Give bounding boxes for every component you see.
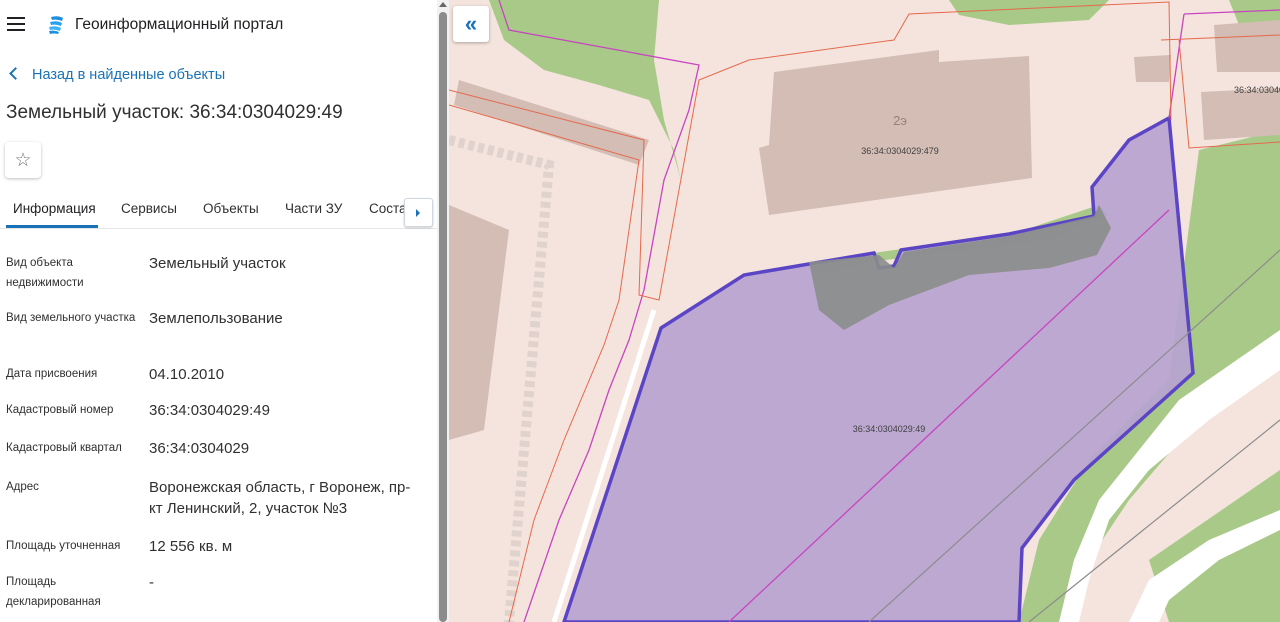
back-link[interactable]: Назад в найденные объекты <box>9 67 226 83</box>
building <box>1201 88 1280 140</box>
scroll-up-icon[interactable] <box>439 2 447 7</box>
panel-scrollbar-thumb[interactable] <box>439 12 447 622</box>
info-panel: Геоинформационный портал Назад в найденн… <box>0 0 437 622</box>
info-value: Воронежская область, г Воронеж, пр-кт Ле… <box>149 479 411 517</box>
menu-icon[interactable] <box>7 17 25 31</box>
info-label: Кадастровый квартал <box>6 442 122 454</box>
building <box>1134 55 1171 82</box>
tab-bar: Информация Сервисы Объекты Части ЗУ Сост… <box>0 192 437 229</box>
building-cadastral-label: 36:34:0304029:479 <box>861 146 939 156</box>
object-title: Земельный участок: 36:34:0304029:49 <box>6 102 343 123</box>
app-title: Геоинформационный портал <box>75 16 284 33</box>
info-label: Вид земельного участка <box>6 312 136 324</box>
quarter-cadastral-label: 36:34:0304029 <box>1234 85 1280 95</box>
info-value: 12 556 кв. м <box>149 538 233 555</box>
tab-parts[interactable]: Части ЗУ <box>285 201 342 216</box>
info-label: Площадь уточненная <box>6 540 121 552</box>
info-label: Площадь декларированная <box>6 576 101 608</box>
parcel-cadastral-label: 36:34:0304029:49 <box>853 424 926 434</box>
chevron-left-icon <box>9 67 22 80</box>
double-chevron-left-icon: « <box>464 11 478 36</box>
star-icon: ☆ <box>14 149 32 171</box>
tab-objects[interactable]: Объекты <box>203 201 259 216</box>
building <box>1214 20 1280 72</box>
back-link-label: Назад в найденные объекты <box>32 67 226 83</box>
map-canvas[interactable]: 2э 36:34:0304029:479 36:34:0304029:49 36… <box>449 0 1280 622</box>
info-value: 36:34:0304029:49 <box>149 402 270 419</box>
info-value: - <box>149 574 154 591</box>
info-label: Вид объекта недвижимости <box>6 257 84 289</box>
info-value: Землепользование <box>149 310 283 327</box>
info-label: Кадастровый номер <box>6 404 114 416</box>
map-view[interactable]: 2э 36:34:0304029:479 36:34:0304029:49 36… <box>449 0 1280 622</box>
info-value: 04.10.2010 <box>149 366 225 383</box>
favorite-button[interactable]: ☆ <box>5 142 41 178</box>
info-value: 36:34:0304029 <box>149 440 250 457</box>
collapse-panel-button[interactable]: « <box>453 6 489 42</box>
tab-info[interactable]: Информация <box>13 201 96 216</box>
app-header: Геоинформационный портал <box>0 0 437 50</box>
info-label: Адрес <box>6 481 39 493</box>
logo-icon <box>49 16 63 34</box>
building-number-label: 2э <box>893 113 907 128</box>
tab-services[interactable]: Сервисы <box>121 201 177 216</box>
info-value: Земельный участок <box>149 255 286 272</box>
active-tab-indicator <box>6 225 98 228</box>
info-label: Дата присвоения <box>6 368 98 380</box>
tab-scroll-right-button[interactable] <box>404 198 433 227</box>
